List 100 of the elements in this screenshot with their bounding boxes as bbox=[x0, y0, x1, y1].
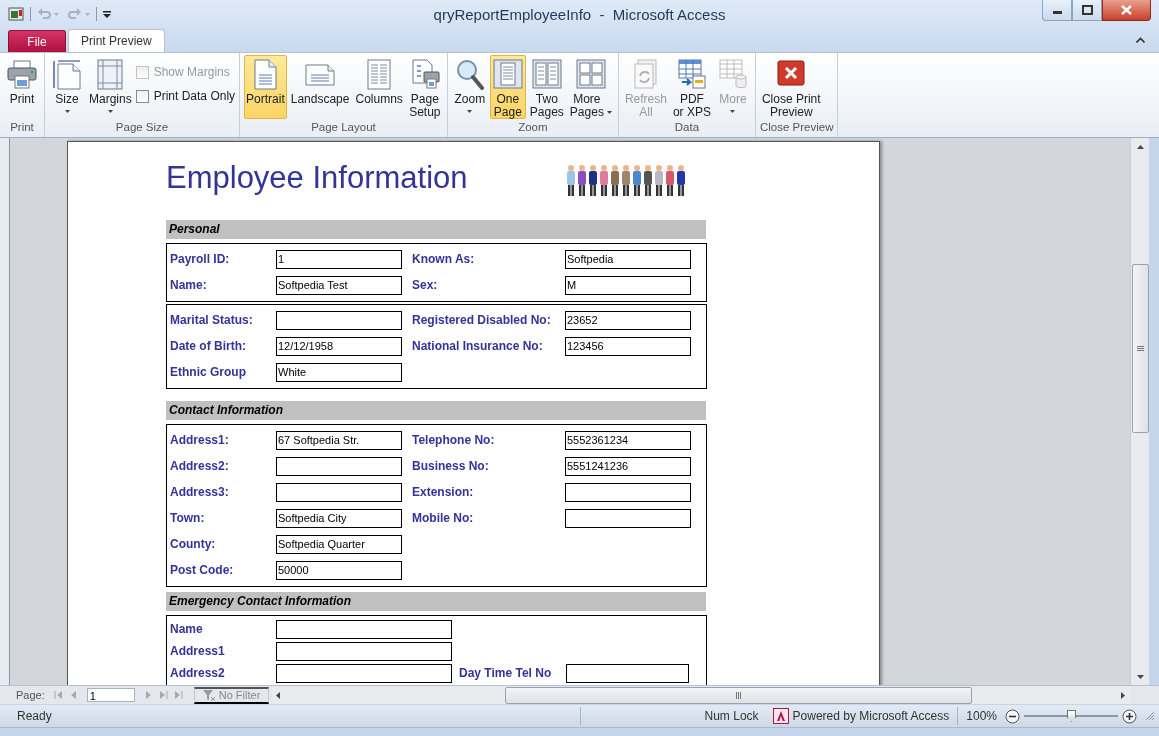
field-label: Address1 bbox=[170, 644, 226, 658]
one-page-icon bbox=[491, 58, 524, 90]
grip-icon bbox=[735, 691, 742, 699]
close-icon bbox=[1121, 5, 1132, 15]
field-value: 50000 bbox=[276, 560, 402, 580]
collapse-ribbon-icon[interactable] bbox=[1136, 37, 1145, 43]
field-value: 67 Softpedia Str. bbox=[276, 430, 402, 450]
page-size-icon bbox=[51, 58, 83, 90]
field-label: Mobile No: bbox=[412, 511, 475, 525]
field-label: Town: bbox=[170, 511, 206, 525]
field-label: Address2: bbox=[170, 459, 230, 473]
two-pages-icon bbox=[530, 58, 563, 90]
minimize-button[interactable] bbox=[1042, 0, 1072, 21]
ribbon-button[interactable]: Page Setup bbox=[406, 55, 443, 119]
field-label: Address2 bbox=[170, 666, 226, 680]
app-icon[interactable] bbox=[8, 6, 24, 22]
ribbon-button[interactable]: Landscape bbox=[288, 55, 352, 119]
ribbon-button[interactable]: Two Pages bbox=[527, 55, 566, 119]
group-label: Zoom bbox=[517, 121, 549, 135]
zoom-in-icon[interactable] bbox=[1122, 708, 1137, 724]
group-label: Data bbox=[673, 121, 701, 135]
resize-grip-icon[interactable] bbox=[1145, 711, 1155, 721]
field-label: Business No: bbox=[412, 459, 490, 473]
field-value: Softpedia Test bbox=[276, 275, 402, 295]
report-title: Employee Information bbox=[166, 160, 468, 196]
table-export-icon bbox=[675, 58, 708, 90]
ribbon-button[interactable]: Close Print Preview bbox=[759, 55, 823, 119]
customize-menu-icon[interactable] bbox=[103, 10, 111, 18]
field-label: Name: bbox=[170, 278, 208, 292]
ribbon-button[interactable]: Portrait bbox=[244, 55, 287, 119]
ribbon-button[interactable]: PDF or XPS bbox=[670, 55, 713, 119]
ribbon-button[interactable]: Size bbox=[49, 55, 85, 119]
group-label: Page Size bbox=[114, 121, 170, 135]
group-label: Page Layout bbox=[310, 121, 377, 135]
field-value: 123456 bbox=[565, 336, 691, 356]
field-value: 1 bbox=[276, 249, 402, 269]
scroll-down-icon[interactable] bbox=[1136, 675, 1144, 679]
app-logo-icon bbox=[772, 708, 789, 724]
field-value: 12/12/1958 bbox=[276, 336, 402, 356]
group-label: Print bbox=[9, 121, 35, 135]
ribbon-button[interactable]: More Pages bbox=[567, 55, 614, 119]
field-label: Day Time Tel No bbox=[459, 666, 553, 680]
field-value: Softpedia bbox=[565, 249, 691, 269]
field-value: 23652 bbox=[565, 310, 691, 330]
page-number-field[interactable]: 1 bbox=[86, 688, 135, 702]
group-label: Close Preview bbox=[759, 121, 834, 135]
field-label: Name bbox=[170, 622, 204, 636]
page-label: Page: bbox=[16, 689, 45, 701]
field-value: Softpedia Quarter bbox=[276, 534, 402, 554]
zoom-out-icon[interactable] bbox=[1005, 708, 1020, 724]
zoom-percent: 100% bbox=[966, 709, 997, 723]
scroll-right-icon[interactable] bbox=[1121, 691, 1125, 699]
scroll-up-icon[interactable] bbox=[1136, 145, 1144, 149]
printer-icon bbox=[6, 58, 38, 90]
field-label: Sex: bbox=[412, 278, 439, 292]
ribbon-tab[interactable]: Print Preview bbox=[68, 29, 165, 52]
checkbox-box[interactable] bbox=[135, 89, 149, 103]
section-header: Personal bbox=[166, 220, 706, 239]
window-title: qryReportEmployeeInfo - Microsoft Access bbox=[433, 6, 726, 23]
ribbon-button[interactable]: Zoom bbox=[451, 55, 488, 119]
scrollbar-thumb[interactable] bbox=[505, 686, 973, 704]
redo-icon[interactable] bbox=[68, 7, 82, 21]
funnel-icon bbox=[202, 689, 215, 701]
field-label: Known As: bbox=[412, 252, 476, 266]
field-label: Address1: bbox=[170, 433, 230, 447]
field-label: County: bbox=[170, 537, 217, 551]
status-text: Ready bbox=[17, 709, 52, 723]
next-page-icon[interactable] bbox=[143, 691, 153, 699]
checkbox[interactable]: Print Data Only bbox=[135, 89, 236, 103]
scroll-left-icon[interactable] bbox=[276, 691, 281, 699]
more-pages-icon bbox=[574, 58, 607, 90]
zoom-slider-thumb[interactable] bbox=[1067, 710, 1076, 722]
first-page-icon[interactable] bbox=[53, 691, 63, 699]
field-value: 5552361234 bbox=[565, 430, 691, 450]
maximize-button[interactable] bbox=[1072, 0, 1102, 21]
field-value: White bbox=[276, 362, 402, 382]
field-label: Post Code: bbox=[170, 563, 235, 577]
close-button[interactable] bbox=[1102, 0, 1151, 21]
ribbon-button[interactable]: Columns bbox=[353, 55, 405, 119]
powered-by-text: Powered by Microsoft Access bbox=[792, 709, 950, 723]
section-header: Emergency Contact Information bbox=[166, 592, 706, 611]
ribbon-button[interactable]: Print bbox=[4, 55, 40, 119]
num-lock-indicator: Num Lock bbox=[704, 709, 759, 723]
maximize-icon bbox=[1081, 5, 1093, 15]
file-tab[interactable]: File bbox=[8, 30, 66, 52]
ribbon-button[interactable]: Margins bbox=[87, 55, 134, 119]
field-label: Marital Status: bbox=[170, 313, 254, 327]
field-label: Date of Birth: bbox=[170, 339, 247, 353]
table-database-icon bbox=[716, 58, 749, 90]
scrollbar-thumb[interactable] bbox=[1131, 264, 1149, 433]
field-label: Registered Disabled No: bbox=[412, 313, 552, 327]
field-value: M bbox=[565, 275, 691, 295]
ribbon-button[interactable]: One Page bbox=[489, 55, 526, 119]
field-label: Ethnic Group bbox=[170, 365, 247, 379]
grip-icon bbox=[1136, 345, 1144, 352]
new-record-icon[interactable] bbox=[173, 691, 183, 699]
last-page-icon[interactable] bbox=[158, 691, 168, 699]
undo-icon[interactable] bbox=[37, 7, 51, 21]
field-label: Extension: bbox=[412, 485, 475, 499]
field-value: Softpedia City bbox=[276, 508, 402, 528]
